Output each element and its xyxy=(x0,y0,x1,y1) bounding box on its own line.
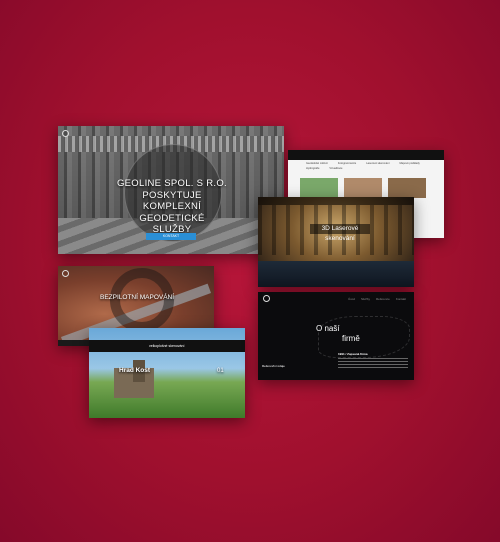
map-title: BEZPILOTNÍ MAPOVÁNÍ xyxy=(100,294,175,301)
service-thumbnail[interactable] xyxy=(300,178,338,198)
about-title-1: O naší xyxy=(316,324,340,333)
hero-headline: GEOLINE SPOL. S R.O. POSKYTUJE KOMPLEXNÍ… xyxy=(110,178,234,236)
contact-button[interactable]: KONTAKT xyxy=(146,233,196,240)
headline-line-1: GEOLINE SPOL. S R.O. xyxy=(116,178,227,189)
service-thumbnail[interactable] xyxy=(388,178,426,198)
castle-number: 01 xyxy=(217,368,224,374)
logo-icon[interactable] xyxy=(62,130,69,137)
about-title-2: firmě xyxy=(342,334,360,343)
nav-link[interactable]: Služby xyxy=(361,297,370,301)
service-link[interactable]: Hydrografie xyxy=(306,167,319,170)
services-header xyxy=(288,150,444,160)
nav-link[interactable]: Reference xyxy=(376,297,390,301)
laser-screenshot: 3D Laserové skenování xyxy=(258,197,414,287)
services-links: Geodetické měření Fotogrammetrie Laserov… xyxy=(306,162,436,170)
service-link[interactable]: Fotogrammetrie xyxy=(338,162,356,165)
nav-link[interactable]: Kontakt xyxy=(396,297,406,301)
logo-icon[interactable] xyxy=(263,295,270,302)
service-link[interactable]: Geodetické měření xyxy=(306,162,328,165)
headline-line-3: KOMPLEXNÍ GEODETICKÉ xyxy=(139,201,205,224)
castle-band-text: velkoplošné skenování xyxy=(149,344,185,348)
service-link[interactable]: Mapové podklady xyxy=(399,162,419,165)
nav-link[interactable]: Úvod xyxy=(348,297,355,301)
about-sub: Referenční údaje xyxy=(262,364,285,368)
laser-title: 3D Laserové skenování xyxy=(310,224,370,242)
logo-icon[interactable] xyxy=(62,270,69,277)
service-link[interactable]: Vizualizace xyxy=(329,167,342,170)
about-year: 1991 / Zapsaná firma xyxy=(338,352,368,356)
headline-line-2: POSKYTUJE xyxy=(142,189,202,201)
service-link[interactable]: Laserové skenování xyxy=(366,162,389,165)
hero-screenshot: GEOLINE SPOL. S R.O. POSKYTUJE KOMPLEXNÍ… xyxy=(58,126,284,254)
laser-floor xyxy=(258,261,414,287)
castle-name: Hrad Kost xyxy=(119,367,151,374)
laser-navbar xyxy=(258,197,414,205)
about-nav: Úvod Služby Reference Kontakt xyxy=(348,297,406,301)
castle-screenshot: velkoplošné skenování Hrad Kost 01 xyxy=(89,328,245,418)
service-thumbnail[interactable] xyxy=(344,178,382,198)
about-screenshot: Úvod Služby Reference Kontakt O naší fir… xyxy=(258,292,414,380)
about-paragraph xyxy=(338,358,408,370)
